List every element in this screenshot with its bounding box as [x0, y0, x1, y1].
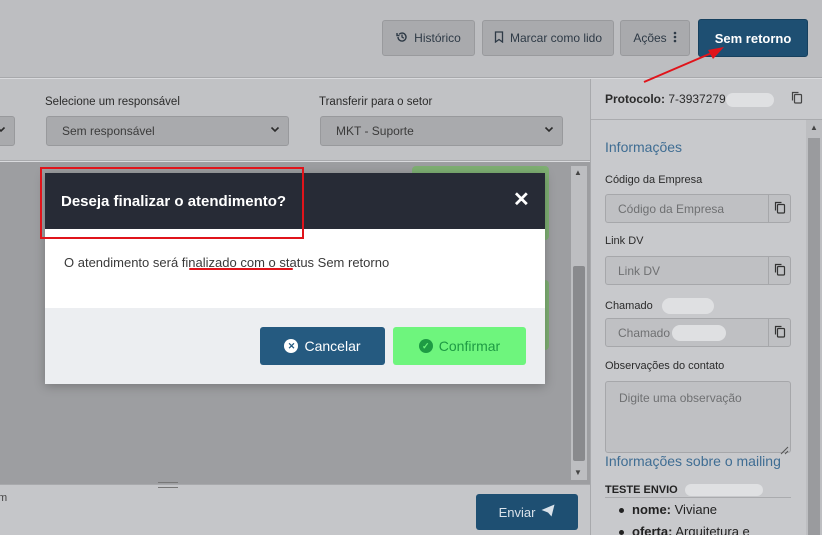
annotation-arrow: [643, 47, 724, 83]
